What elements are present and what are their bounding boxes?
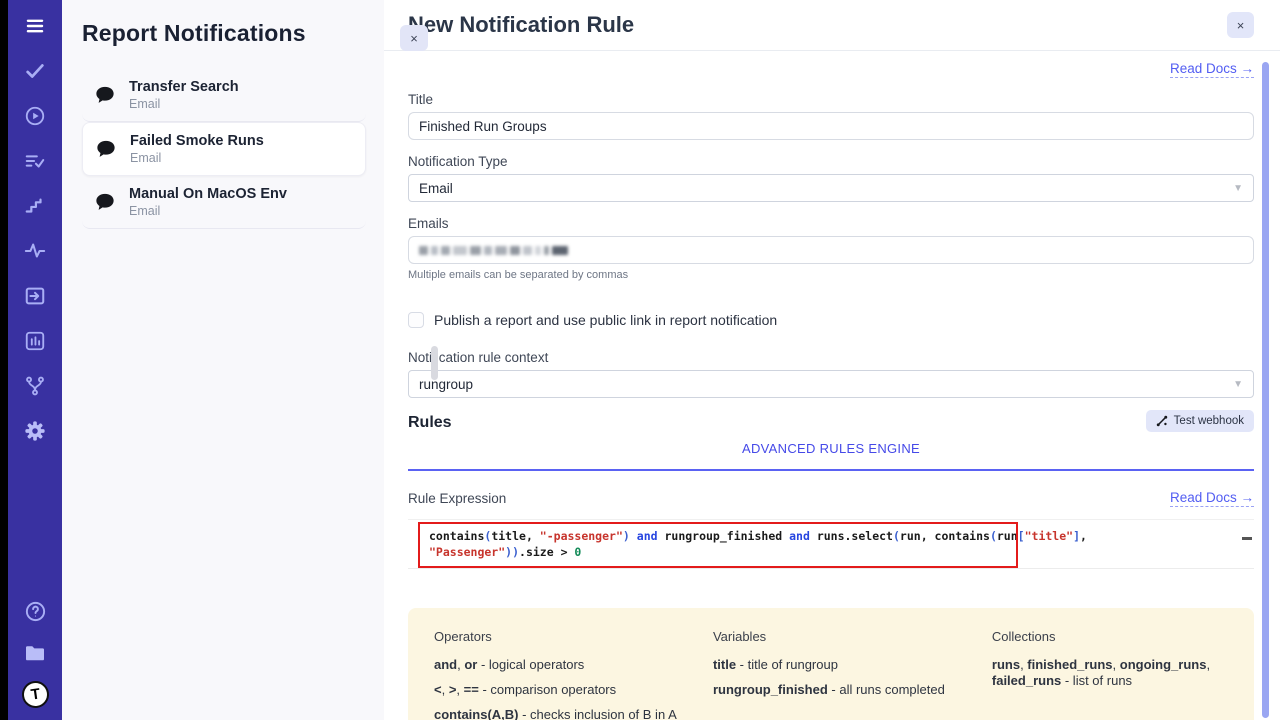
notification-type: Email <box>129 204 287 218</box>
panel-close-button[interactable]: × <box>400 25 428 51</box>
help-column-heading: Operators <box>434 629 695 644</box>
branch-icon[interactable] <box>23 374 47 398</box>
folder-icon[interactable] <box>23 640 47 664</box>
app-window: T Report Notifications Transfer Search E… <box>0 0 1280 720</box>
main-panel: New Notification Rule × Read Docs → Titl… <box>384 0 1280 720</box>
main-scrollbar[interactable] <box>1262 62 1269 718</box>
panel-scrollbar[interactable] <box>431 346 438 380</box>
tab-advanced-rules-engine[interactable]: ADVANCED RULES ENGINE <box>742 441 920 456</box>
speech-bubble-icon <box>94 192 116 212</box>
page-title: New Notification Rule <box>408 12 634 38</box>
help-column-collections: Collections runs, finished_runs, ongoing… <box>992 629 1228 720</box>
rule-context-select[interactable]: rungroup ▼ <box>408 370 1254 398</box>
chevron-down-icon: ▼ <box>1233 379 1243 390</box>
sidebar: T <box>8 0 62 720</box>
notification-type: Email <box>129 97 239 111</box>
notification-title: Transfer Search <box>129 79 239 95</box>
speech-bubble-icon <box>95 139 117 159</box>
help-icon[interactable] <box>23 599 47 623</box>
activity-icon[interactable] <box>23 239 47 263</box>
help-entry: rungroup_finished - all runs completed <box>713 682 974 698</box>
rule-context-value: rungroup <box>419 377 473 392</box>
rules-heading: Rules <box>408 414 452 432</box>
steps-icon[interactable] <box>23 194 47 218</box>
list-item-transfer-search[interactable]: Transfer Search Email <box>82 69 366 122</box>
emails-redacted-value <box>419 246 568 255</box>
notification-title: Manual On MacOS Env <box>129 186 287 202</box>
emails-input[interactable] <box>408 236 1254 264</box>
chevron-down-icon: ▼ <box>1233 183 1243 194</box>
dialog-close-button[interactable]: × <box>1227 12 1254 38</box>
publish-report-label: Publish a report and use public link in … <box>434 312 777 328</box>
test-webhook-label: Test webhook <box>1174 415 1244 427</box>
list-check-icon[interactable] <box>23 149 47 173</box>
login-box-icon[interactable] <box>23 284 47 308</box>
help-entry: and, or - logical operators <box>434 657 695 673</box>
help-entry: runs, finished_runs, ongoing_runs, faile… <box>992 657 1228 689</box>
read-docs-link-top[interactable]: Read Docs → <box>1170 61 1254 78</box>
speech-bubble-icon <box>94 85 116 105</box>
menu-icon[interactable] <box>23 14 47 38</box>
help-entry: contains(A,B) - checks inclusion of B in… <box>434 707 695 720</box>
gear-icon[interactable] <box>23 419 47 443</box>
title-input[interactable] <box>408 112 1254 140</box>
app-logo[interactable]: T <box>20 679 50 709</box>
list-item-manual-on-macos-env[interactable]: Manual On MacOS Env Email <box>82 176 366 229</box>
read-docs-link-rules[interactable]: Read Docs → <box>1170 490 1254 507</box>
help-column-heading: Collections <box>992 629 1228 644</box>
help-column-variables: Variables title - title of rungroup rungr… <box>713 629 974 720</box>
help-column-heading: Variables <box>713 629 974 644</box>
notification-type-label: Notification Type <box>408 154 1254 169</box>
webhook-icon <box>1156 415 1168 427</box>
screen-edge <box>0 0 8 720</box>
notifications-panel: Report Notifications Transfer Search Ema… <box>62 0 384 720</box>
notification-type-value: Email <box>419 181 453 196</box>
publish-report-row[interactable]: Publish a report and use public link in … <box>408 312 1254 328</box>
notification-type-select[interactable]: Email ▼ <box>408 174 1254 202</box>
rule-expression-code: contains(title, "-passenger") and rungro… <box>408 520 1254 560</box>
rule-context-group: Notification rule context rungroup ▼ <box>408 350 1254 398</box>
notification-type: Email <box>130 151 264 165</box>
editor-scrollbar-handle[interactable] <box>1242 537 1252 540</box>
notification-type-group: Notification Type Email ▼ <box>408 154 1254 202</box>
panel-title: Report Notifications <box>82 20 366 47</box>
list-item-failed-smoke-runs[interactable]: Failed Smoke Runs Email <box>82 122 366 176</box>
help-entry: <, >, == - comparison operators <box>434 682 695 698</box>
rule-context-label: Notification rule context <box>408 350 1254 365</box>
rule-expression-editor[interactable]: contains(title, "-passenger") and rungro… <box>408 519 1254 581</box>
help-column-operators: Operators and, or - logical operators <, … <box>434 629 695 720</box>
expression-help-box: Operators and, or - logical operators <, … <box>408 608 1254 720</box>
test-webhook-button[interactable]: Test webhook <box>1146 410 1254 432</box>
title-field-group: Title <box>408 92 1254 140</box>
emails-help-text: Multiple emails can be separated by comm… <box>408 269 1254 281</box>
emails-field-group: Emails <box>408 216 1254 281</box>
notification-title: Failed Smoke Runs <box>130 133 264 149</box>
rule-expression-label: Rule Expression <box>408 491 506 506</box>
play-circle-icon[interactable] <box>23 104 47 128</box>
emails-label: Emails <box>408 216 1254 231</box>
main-header: New Notification Rule × <box>384 0 1280 51</box>
editor-line-divider <box>408 568 1254 569</box>
rules-tab-bar: ADVANCED RULES ENGINE <box>408 440 1254 471</box>
help-entry: title - title of rungroup <box>713 657 974 673</box>
publish-report-checkbox[interactable] <box>408 312 424 328</box>
check-icon[interactable] <box>23 59 47 83</box>
bar-chart-icon[interactable] <box>23 329 47 353</box>
title-label: Title <box>408 92 1254 107</box>
